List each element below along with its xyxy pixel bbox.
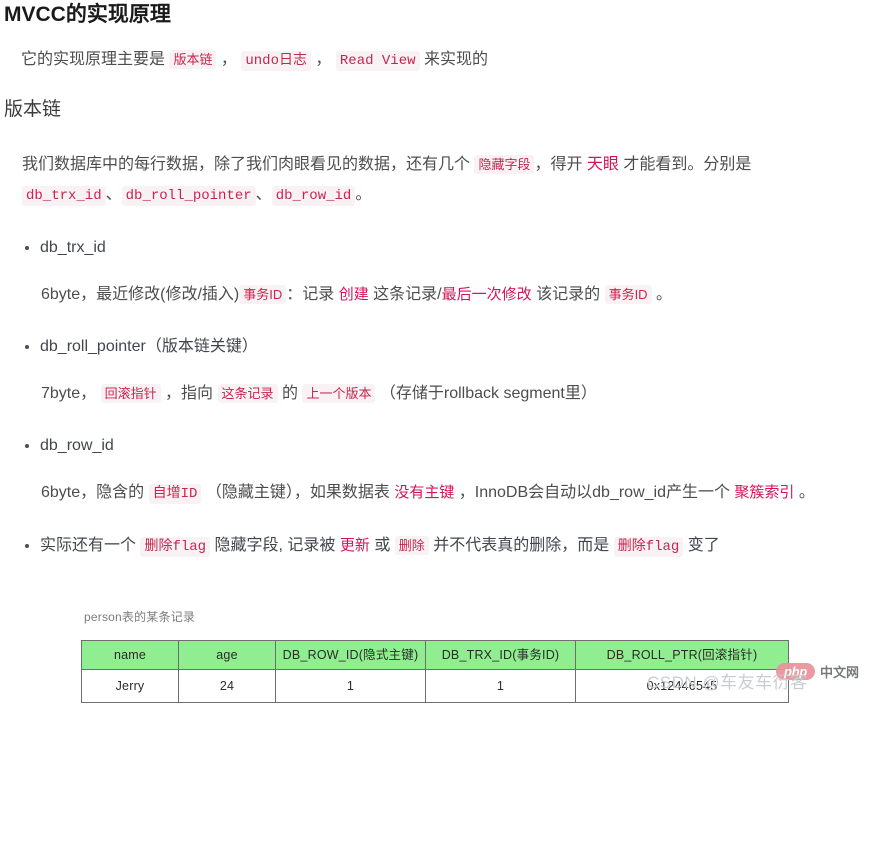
code-db-trx-id: db_trx_id: [22, 186, 106, 206]
php-chinese-label: 中文网: [819, 665, 859, 680]
hf-sep-1: 、: [105, 186, 122, 203]
section-title-version-chain: 版本链: [4, 99, 62, 120]
code-version-chain: 版本链: [169, 50, 217, 69]
bullet-detail-db-trx-id: 6byte，最近修改(修改/插入) 事务ID ：记录 创建 这条记录/最后一次修改 …: [40, 280, 881, 310]
red-tianyan: 天眼: [586, 156, 619, 173]
hf-sep-2: 、: [255, 186, 272, 203]
lb-p5: 变了: [683, 537, 720, 554]
code-hidden-fields: 隐藏字段: [474, 155, 535, 174]
code-this-record: 这条记录: [217, 384, 278, 403]
list-item: db_roll_pointer（版本链关键） 7byte， 回滚指针 ，指向 这…: [0, 332, 881, 409]
d3-p4: 。: [794, 484, 815, 501]
lb-p2: 隐藏字段, 记录被: [210, 537, 340, 554]
cell-db-trx-id: 1: [425, 669, 576, 703]
d2-p4: （存储于rollback segment里）: [375, 385, 597, 402]
column-header-db-row-id: DB_ROW_ID(隐式主键): [275, 640, 426, 670]
code-delete-flag-2: 删除flag: [613, 537, 684, 557]
cell-db-row-id: 1: [275, 669, 426, 703]
red-create: 创建: [338, 286, 369, 303]
code-delete-flag-1: 删除flag: [140, 537, 211, 557]
intro-sep-1: ，: [216, 51, 242, 68]
hidden-fields-paragraph: 我们数据库中的每行数据，除了我们肉眼看见的数据，还有几个 隐藏字段 ，得开 天眼 …: [0, 150, 881, 211]
d1-p2: ：记录: [286, 286, 339, 303]
bullet-label-db-roll-pointer: db_roll_pointer（版本链关键）: [40, 338, 258, 355]
code-trx-id-2: 事务ID: [604, 285, 652, 304]
d2-p1: 7byte，: [41, 385, 101, 402]
intro-paragraph: 它的实现原理主要是 版本链 ， undo日志 ， Read View 来实现的: [0, 45, 881, 76]
code-undo-log: undo日志: [241, 51, 311, 71]
bullet-detail-db-roll-pointer: 7byte， 回滚指针 ，指向 这条记录 的 上一个版本 （存储于rollbac…: [40, 379, 881, 409]
hf-end: 。: [355, 186, 372, 203]
d3-p2: （隐藏主键），如果数据表: [201, 484, 395, 501]
column-header-name: name: [81, 640, 179, 670]
bullet-delete-flag: 实际还有一个 删除flag 隐藏字段, 记录被 更新 或 删除 并不代表真的删除…: [40, 531, 881, 562]
bullet-label-db-trx-id: db_trx_id: [40, 239, 106, 256]
d1-p4: 该记录的: [531, 286, 605, 303]
bullet-label-db-row-id: db_row_id: [40, 437, 114, 454]
d3-p1: 6byte，隐含的: [41, 484, 149, 501]
intro-prefix: 它的实现原理主要是: [21, 51, 170, 68]
hf-part-3: 才能看到。分别是: [618, 156, 752, 173]
fields-bullet-list: db_trx_id 6byte，最近修改(修改/插入) 事务ID ：记录 创建 这条…: [0, 233, 881, 562]
red-no-primary-key: 没有主键: [394, 484, 455, 501]
intro-sep-2: ，: [310, 51, 336, 68]
watermark-group: php 中文网 CSDN @车友车衍客: [635, 647, 875, 699]
figure-caption: person表的某条记录: [84, 610, 196, 624]
column-header-db-trx-id: DB_TRX_ID(事务ID): [425, 640, 576, 670]
d3-p3: ，InnoDB会自动以db_row_id产生一个: [454, 484, 735, 501]
code-rollback-pointer: 回滚指针: [100, 384, 161, 403]
red-clustered-index: 聚簇索引: [734, 484, 795, 501]
red-update: 更新: [339, 537, 370, 554]
red-last-modify: 最后一次修改: [441, 286, 532, 303]
cell-age: 24: [178, 669, 276, 703]
list-item: db_row_id 6byte，隐含的 自增ID （隐藏主键），如果数据表 没有…: [0, 431, 881, 509]
code-db-row-id: db_row_id: [271, 186, 356, 206]
code-db-roll-pointer: db_roll_pointer: [121, 186, 256, 206]
d1-p1: 6byte，最近修改(修改/插入): [41, 286, 240, 303]
lb-p1: 实际还有一个: [40, 537, 141, 554]
page-title: MVCC的实现原理: [4, 3, 171, 26]
lb-p3: 或: [369, 537, 395, 554]
d1-p3: 这条记录/: [368, 286, 442, 303]
code-read-view: Read View: [335, 51, 420, 71]
list-item: db_trx_id 6byte，最近修改(修改/插入) 事务ID ：记录 创建 这条…: [0, 233, 881, 310]
bullet-detail-db-row-id: 6byte，隐含的 自增ID （隐藏主键），如果数据表 没有主键 ，InnoDB…: [40, 478, 881, 509]
code-auto-increment-id: 自增ID: [148, 484, 202, 504]
d2-p2: ，指向: [160, 385, 218, 402]
list-item: 实际还有一个 删除flag 隐藏字段, 记录被 更新 或 删除 并不代表真的删除…: [0, 531, 881, 562]
code-delete: 删除: [394, 536, 429, 555]
intro-suffix: 来实现的: [419, 51, 488, 68]
lb-p4: 并不代表真的删除，而是: [428, 537, 614, 554]
hf-part-1: 我们数据库中的每行数据，除了我们肉眼看见的数据，还有几个: [22, 156, 475, 173]
hf-part-2: ，得开: [534, 156, 587, 173]
csdn-watermark: CSDN @车友车衍客: [647, 673, 808, 692]
d2-p3: 的: [277, 385, 303, 402]
article-container: MVCC的实现原理 它的实现原理主要是 版本链 ， undo日志 ， Read …: [0, 0, 881, 703]
cell-name: Jerry: [81, 669, 179, 703]
code-trx-id-1: 事务ID: [239, 285, 287, 304]
code-previous-version: 上一个版本: [302, 384, 376, 403]
d1-p5: 。: [651, 286, 673, 303]
column-header-age: age: [178, 640, 276, 670]
